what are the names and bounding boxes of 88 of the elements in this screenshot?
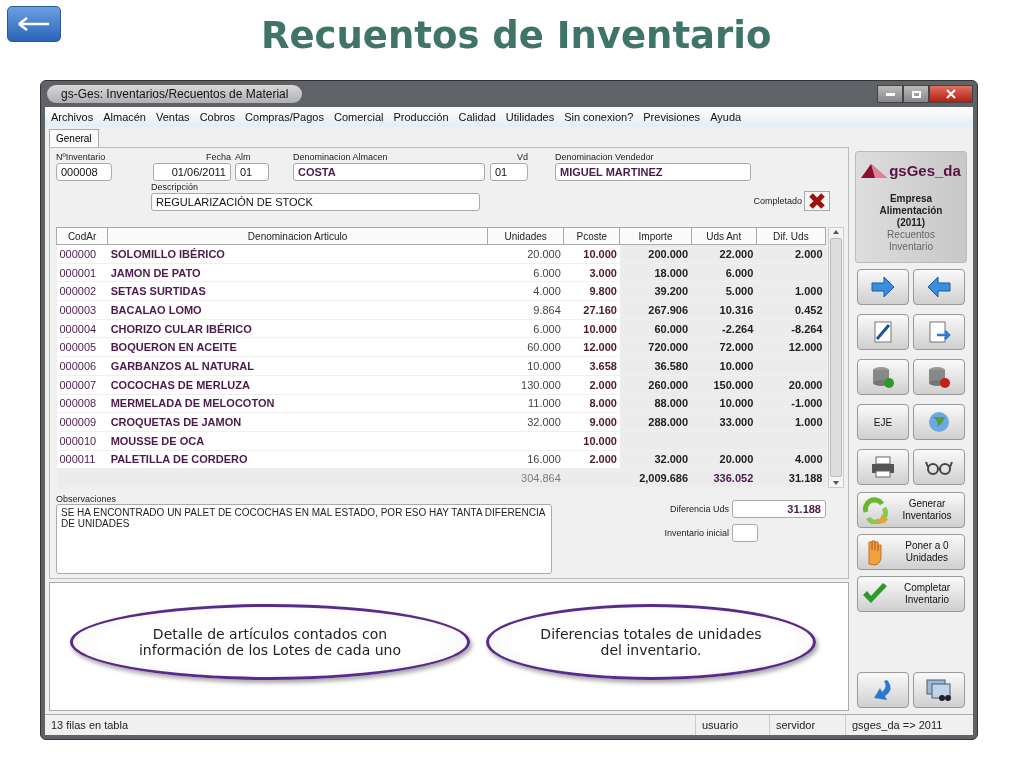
table-cell: 000003: [56, 300, 108, 320]
menu-item[interactable]: Comercial: [333, 111, 384, 123]
field-label: Diferencia Uds: [669, 503, 729, 514]
status-item: gsges_da => 2011: [845, 715, 973, 735]
column-header[interactable]: CodAr: [56, 227, 108, 245]
minimize-button[interactable]: [877, 85, 903, 103]
input-field[interactable]: 000008: [56, 163, 112, 181]
close-icon: [946, 89, 956, 99]
tool-button[interactable]: [913, 449, 965, 485]
table-cell: 000007: [56, 375, 108, 394]
left-arrow-icon: [17, 17, 51, 31]
completed-toggle[interactable]: [804, 191, 830, 211]
menu-item[interactable]: Previsiones: [643, 111, 701, 123]
field-label: Observaciones: [56, 493, 118, 504]
recycle-icon: [860, 496, 890, 524]
field-label: Fecha: [205, 152, 231, 162]
menu-item[interactable]: Ayuda: [710, 111, 742, 123]
table-cell: 000011: [56, 450, 108, 469]
menu-item[interactable]: Archivos: [51, 111, 94, 123]
column-header[interactable]: Dif. Uds: [756, 227, 826, 245]
input-field[interactable]: 31.188: [732, 499, 826, 518]
status-item: 13 filas en tabla: [50, 718, 130, 733]
column-header[interactable]: Denominacion Articulo: [107, 227, 488, 245]
field-label: Alm: [235, 152, 252, 162]
table-cell: 000006: [56, 356, 108, 376]
status-item: usuario: [695, 715, 769, 735]
tool-button[interactable]: [857, 449, 909, 485]
status-item: servidor: [769, 715, 845, 735]
close-button[interactable]: [929, 85, 973, 103]
column-header[interactable]: Unidades: [487, 227, 564, 245]
company-name: (2011): [896, 217, 926, 229]
input-field[interactable]: 01/06/2011: [153, 163, 231, 181]
menu-item[interactable]: Almacén: [103, 111, 146, 123]
menu-item[interactable]: Utilidades: [505, 111, 555, 123]
binoculars-icon: [925, 677, 953, 703]
table-cell: 000009: [56, 412, 108, 432]
logo-text: gsGes_da: [889, 162, 961, 179]
module-name: Recuentos: [887, 229, 935, 241]
table-cell: 000005: [56, 337, 108, 357]
column-header[interactable]: Pcoste: [563, 227, 620, 245]
input-field[interactable]: REGULARIZACIÓN DE STOCK: [151, 193, 480, 211]
scrollbar[interactable]: [828, 227, 844, 488]
input-field[interactable]: COSTA: [293, 163, 485, 181]
slide-title: Recuentos de Inventario: [261, 14, 772, 57]
run-button[interactable]: EJE: [857, 404, 909, 440]
tool-button[interactable]: [857, 314, 909, 350]
company-name: Alimentación: [879, 205, 943, 217]
tool-button[interactable]: [913, 672, 965, 708]
field-label: Vd: [516, 152, 528, 162]
notes-field[interactable]: SE HA ENCONTRADO UN PALET DE COCOCHAS EN MAL ESTADO, POR ESO HAY TANTA DIFERENCIA DE UNIDADES: [56, 503, 552, 574]
scroll-down-icon[interactable]: [832, 478, 840, 487]
right-arrow-icon: [869, 274, 897, 300]
table-cell: 000008: [56, 394, 108, 413]
field-label: Denominacion Vendedor: [555, 152, 655, 162]
menu-item[interactable]: Sin conexion?: [564, 111, 634, 123]
input-field[interactable]: MIGUEL MARTINEZ: [555, 163, 751, 181]
menu-item[interactable]: Producción: [393, 111, 449, 123]
field-label: Inventario inicial: [664, 527, 729, 538]
column-header[interactable]: Importe: [619, 227, 692, 245]
printer-icon: [869, 454, 897, 480]
table-cell: 000001: [56, 263, 108, 282]
input-field[interactable]: 01: [490, 163, 528, 181]
input-field[interactable]: 01: [235, 163, 269, 181]
logo-icon: [861, 163, 888, 178]
action-button[interactable]: Generar Inventarios: [857, 492, 965, 528]
field-label: NºInventario: [56, 152, 107, 162]
table-cell: 000004: [56, 319, 108, 338]
action-button[interactable]: Completar Inventario: [857, 576, 965, 612]
left-arrow-icon: [925, 274, 953, 300]
action-button[interactable]: Poner a 0 Unidades: [857, 534, 965, 570]
maximize-button[interactable]: [903, 85, 929, 103]
menu-item[interactable]: Calidad: [458, 111, 496, 123]
field-label: Completado: [753, 196, 802, 206]
module-name: Inventario: [889, 241, 933, 253]
table-cell: 000010: [56, 431, 108, 451]
scroll-up-icon[interactable]: [832, 228, 840, 236]
column-header[interactable]: Uds Ant: [691, 227, 757, 245]
window-title: gs-Ges: Inventarios/Recuentos de Material: [47, 85, 303, 103]
company-name: Empresa: [889, 193, 933, 205]
menu-item[interactable]: Cobros: [199, 111, 236, 123]
back-button[interactable]: [7, 6, 61, 42]
tab[interactable]: General: [49, 129, 99, 147]
field-label: Denominacion Almacen: [293, 152, 389, 162]
input-field[interactable]: [732, 523, 758, 542]
menu-item[interactable]: Ventas: [156, 111, 190, 123]
table-cell: 000002: [56, 281, 108, 301]
field-label: Descripción: [151, 182, 200, 192]
menu-item[interactable]: Compras/Pagos: [245, 111, 324, 123]
